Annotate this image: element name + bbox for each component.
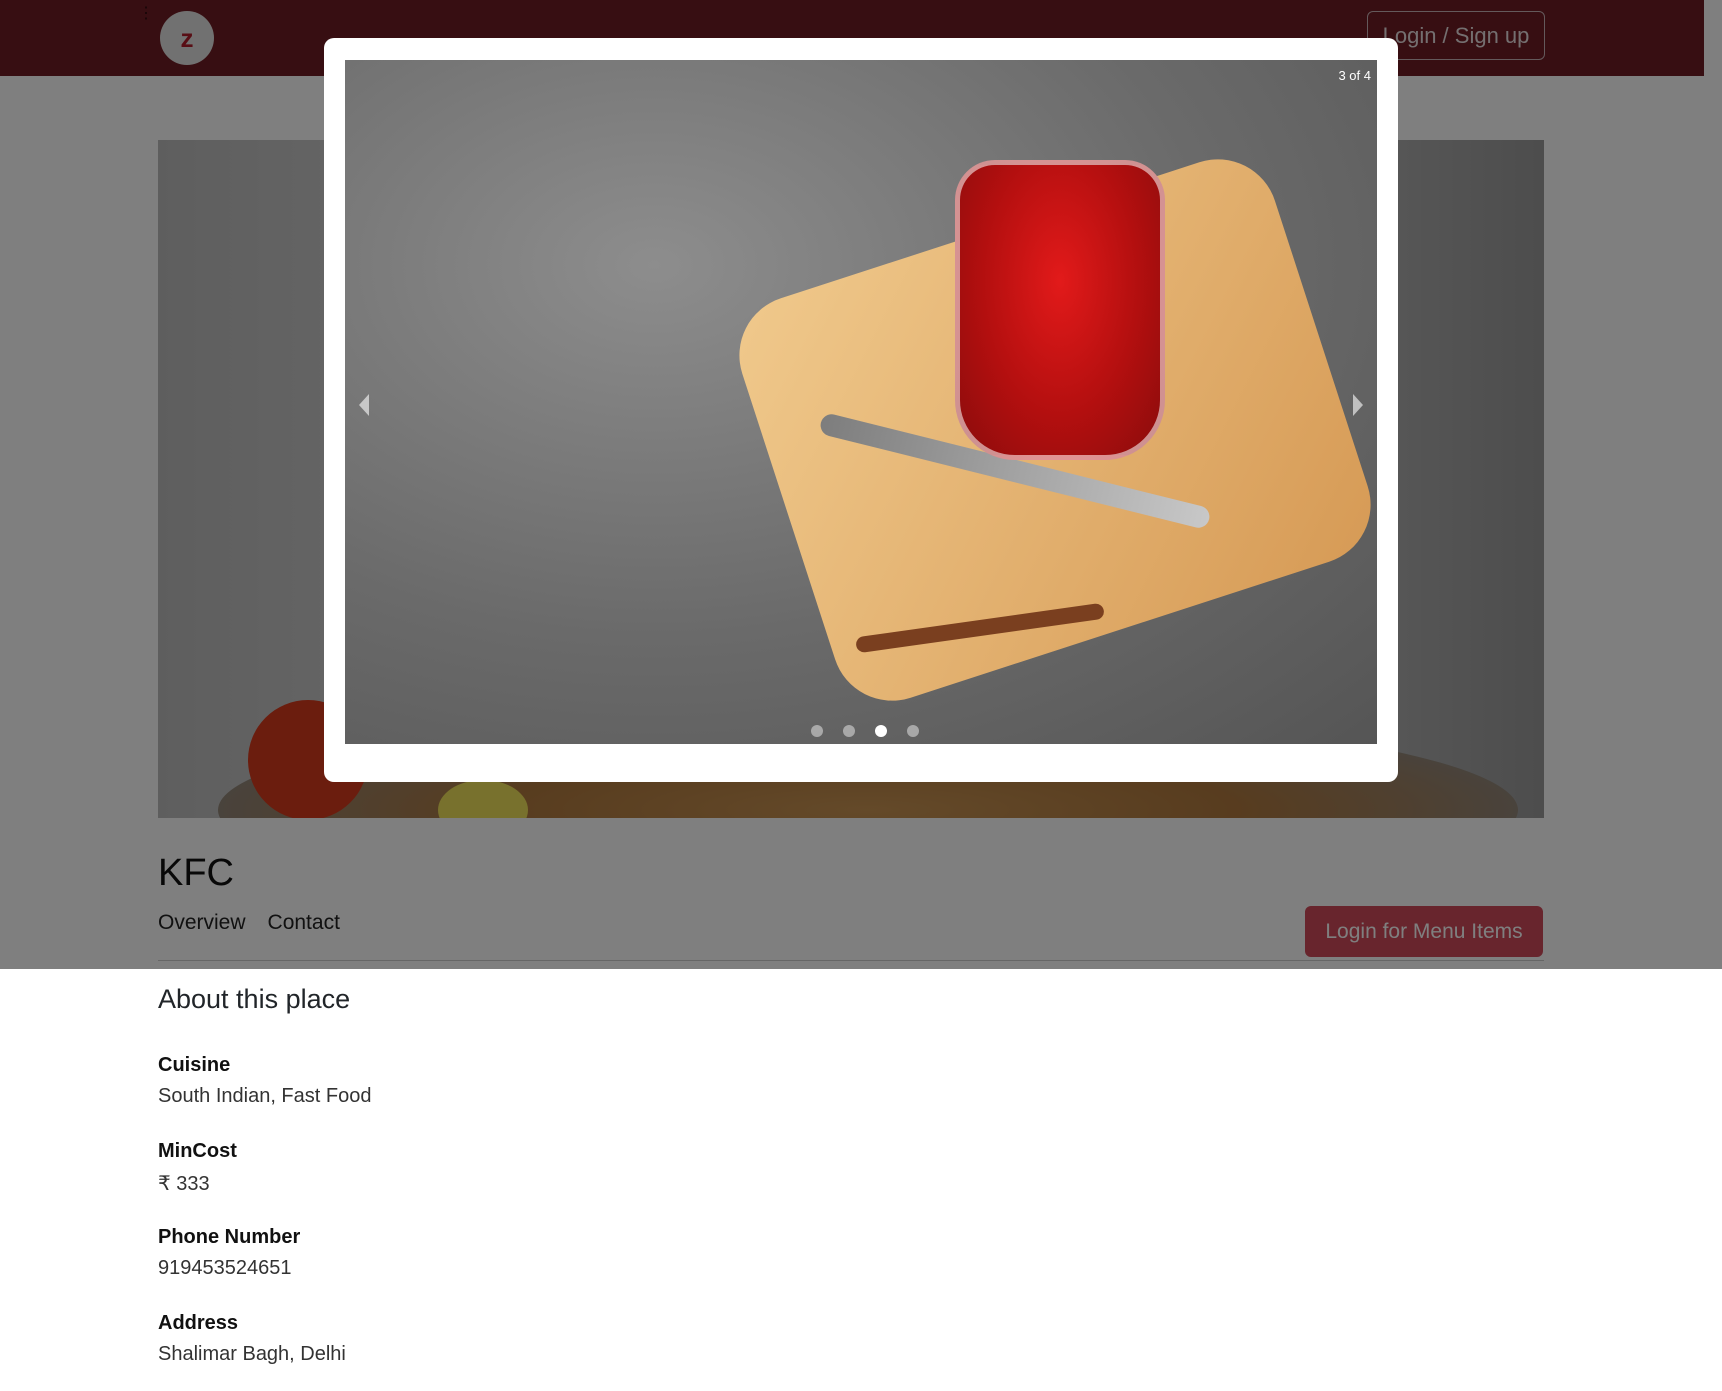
carousel-indicators: [811, 725, 919, 737]
phone-field: Phone Number 919453524651: [158, 1226, 300, 1280]
slide-counter: 3 of 4: [1338, 68, 1371, 83]
address-field: Address Shalimar Bagh, Delhi: [158, 1312, 346, 1366]
image-carousel: 3 of 4: [345, 60, 1377, 744]
carousel-dot-3-active[interactable]: [875, 725, 887, 737]
address-value: Shalimar Bagh, Delhi: [158, 1343, 346, 1365]
cuisine-label: Cuisine: [158, 1054, 231, 1076]
mincost-value: ₹ 333: [158, 1173, 210, 1195]
cuisine-field: Cuisine South Indian, Fast Food: [158, 1054, 371, 1108]
phone-label: Phone Number: [158, 1226, 301, 1248]
carousel-dot-1[interactable]: [811, 725, 823, 737]
mincost-label: MinCost: [158, 1140, 237, 1162]
about-section-title: About this place: [158, 984, 351, 1014]
address-label: Address: [158, 1312, 239, 1334]
carousel-dot-2[interactable]: [843, 725, 855, 737]
carousel-dot-4[interactable]: [907, 725, 919, 737]
next-slide-icon[interactable]: [1353, 394, 1363, 416]
gallery-modal: 3 of 4: [324, 38, 1398, 782]
mincost-field: MinCost ₹ 333: [158, 1140, 237, 1196]
cuisine-value: South Indian, Fast Food: [158, 1085, 372, 1107]
slide-tea-glass-shape: [955, 160, 1165, 460]
phone-value: 919453524651: [158, 1257, 292, 1279]
previous-slide-icon[interactable]: [359, 394, 369, 416]
